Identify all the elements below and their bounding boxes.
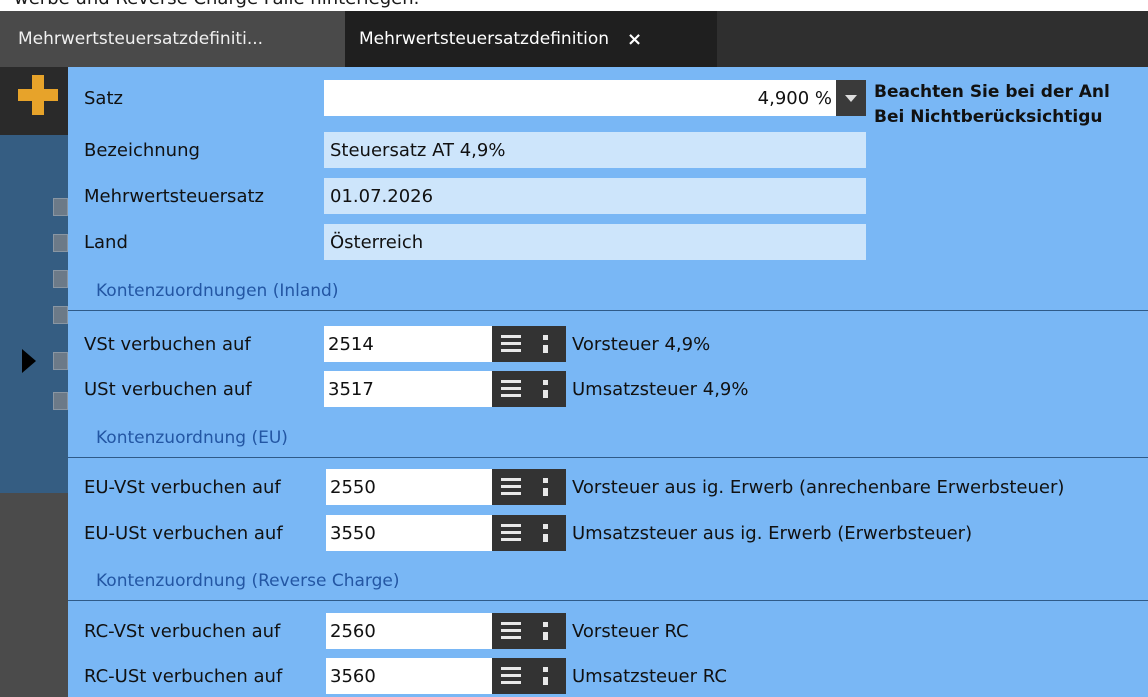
ust-label: USt verbuchen auf <box>84 378 252 400</box>
tab-mehrwertsteuersatzdefinition-list[interactable]: Mehrwertsteuersatzdefiniti... <box>0 11 345 67</box>
more-vertical-icon[interactable] <box>543 667 549 685</box>
list-icon[interactable] <box>501 524 521 542</box>
rc-ust-account-buttons <box>492 658 566 694</box>
rc-vst-row: RC-VSt verbuchen auf 2560 Vorsteuer RC <box>68 611 1148 651</box>
eu-vst-label: EU-VSt verbuchen auf <box>84 476 281 498</box>
section-reverse-charge-title: Kontenzuordnung (Reverse Charge) <box>96 571 400 591</box>
satz-input[interactable]: 4,900 % <box>324 80 836 116</box>
row-checkbox[interactable] <box>53 392 68 410</box>
tab-label: Mehrwertsteuersatzdefiniti... <box>18 29 264 49</box>
row-checkbox[interactable] <box>53 306 68 324</box>
eu-vst-account-description: Vorsteuer aus ig. Erwerb (anrechenbare E… <box>572 476 1065 498</box>
info-note: Beachten Sie bei der Anl Bei Nichtberück… <box>874 80 1110 130</box>
list-icon[interactable] <box>501 667 521 685</box>
row-checkbox[interactable] <box>53 198 68 216</box>
chevron-down-icon <box>845 94 857 102</box>
satz-row: Satz 4,900 % Beachten Sie bei der Anl Be… <box>68 78 1148 127</box>
section-eu-title: Kontenzuordnung (EU) <box>96 428 288 448</box>
mehrwertsteuersatz-field[interactable]: 01.07.2026 <box>324 178 866 214</box>
satz-dropdown-button[interactable] <box>836 80 866 116</box>
row-pointer-icon <box>22 349 36 373</box>
list-icon[interactable] <box>501 622 521 640</box>
rc-vst-account-input[interactable]: 2560 <box>326 613 492 649</box>
bezeichnung-row: Bezeichnung Steuersatz AT 4,9% <box>68 130 1148 170</box>
list-icon[interactable] <box>501 335 521 353</box>
info-note-line: Bei Nichtberücksichtigu <box>874 107 1103 127</box>
tab-bar: Mehrwertsteuersatzdefiniti... Mehrwertst… <box>0 11 1148 67</box>
eu-ust-account-buttons <box>492 515 566 551</box>
rc-ust-account-input[interactable]: 3560 <box>326 658 492 694</box>
section-inland-title: Kontenzuordnungen (Inland) <box>96 281 339 301</box>
record-list-strip <box>0 67 68 697</box>
land-label: Land <box>84 231 128 253</box>
vst-account-description: Vorsteuer 4,9% <box>572 333 711 355</box>
land-row: Land Österreich <box>68 222 1148 262</box>
tab-mehrwertsteuersatzdefinition-detail[interactable]: Mehrwertsteuersatzdefinition × <box>345 11 717 67</box>
satz-label: Satz <box>84 87 123 109</box>
ust-account-input[interactable]: 3517 <box>324 371 492 407</box>
bezeichnung-label: Bezeichnung <box>84 139 200 161</box>
vst-row: VSt verbuchen auf 2514 Vorsteuer 4,9% <box>68 324 1148 364</box>
row-checkbox[interactable] <box>53 234 68 252</box>
section-eu: Kontenzuordnung (EU) <box>68 418 1148 458</box>
tab-label: Mehrwertsteuersatzdefinition <box>359 29 609 49</box>
rc-vst-account-buttons <box>492 613 566 649</box>
vst-label: VSt verbuchen auf <box>84 333 251 355</box>
mehrwertsteuersatz-row: Mehrwertsteuersatz 01.07.2026 <box>68 176 1148 216</box>
ust-account-description: Umsatzsteuer 4,9% <box>572 378 749 400</box>
eu-ust-label: EU-USt verbuchen auf <box>84 522 283 544</box>
rc-ust-label: RC-USt verbuchen auf <box>84 665 283 687</box>
plus-icon <box>18 75 58 115</box>
ust-account-buttons <box>492 371 566 407</box>
info-note-line: Beachten Sie bei der Anl <box>874 82 1110 102</box>
row-checkbox[interactable] <box>53 352 68 370</box>
list-icon[interactable] <box>501 478 521 496</box>
vst-account-input[interactable]: 2514 <box>324 326 492 362</box>
more-vertical-icon[interactable] <box>543 335 549 353</box>
mehrwertsteuersatz-label: Mehrwertsteuersatz <box>84 185 264 207</box>
eu-vst-account-input[interactable]: 2550 <box>326 469 492 505</box>
bezeichnung-field[interactable]: Steuersatz AT 4,9% <box>324 132 866 168</box>
rc-vst-account-description: Vorsteuer RC <box>572 620 689 642</box>
vst-account-buttons <box>492 326 566 362</box>
row-checkbox[interactable] <box>53 270 68 288</box>
close-icon[interactable]: × <box>627 29 642 50</box>
add-button[interactable] <box>0 67 68 135</box>
eu-ust-row: EU-USt verbuchen auf 3550 Umsatzsteuer a… <box>68 513 1148 553</box>
more-vertical-icon[interactable] <box>543 380 549 398</box>
rc-ust-account-description: Umsatzsteuer RC <box>572 665 727 687</box>
rc-vst-label: RC-VSt verbuchen auf <box>84 620 281 642</box>
section-inland: Kontenzuordnungen (Inland) <box>68 271 1148 311</box>
eu-ust-account-description: Umsatzsteuer aus ig. Erwerb (Erwerbsteue… <box>572 522 973 544</box>
detail-form: Satz 4,900 % Beachten Sie bei der Anl Be… <box>68 67 1148 697</box>
list-icon[interactable] <box>501 380 521 398</box>
eu-vst-row: EU-VSt verbuchen auf 2550 Vorsteuer aus … <box>68 467 1148 507</box>
eu-ust-account-input[interactable]: 3550 <box>326 515 492 551</box>
more-vertical-icon[interactable] <box>543 622 549 640</box>
ust-row: USt verbuchen auf 3517 Umsatzsteuer 4,9% <box>68 369 1148 409</box>
section-reverse-charge: Kontenzuordnung (Reverse Charge) <box>68 561 1148 601</box>
more-vertical-icon[interactable] <box>543 478 549 496</box>
more-vertical-icon[interactable] <box>543 524 549 542</box>
land-field[interactable]: Österreich <box>324 224 866 260</box>
eu-vst-account-buttons <box>492 469 566 505</box>
rc-ust-row: RC-USt verbuchen auf 3560 Umsatzsteuer R… <box>68 656 1148 696</box>
